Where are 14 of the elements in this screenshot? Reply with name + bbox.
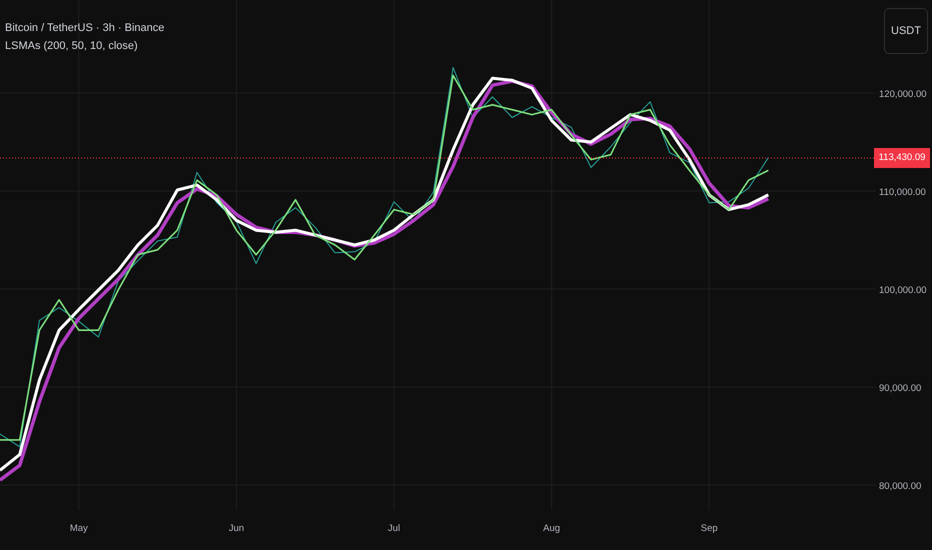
axis-label: Sep (700, 523, 718, 534)
currency-button[interactable]: USDT (884, 8, 928, 54)
indicator-label: LSMAs (200, 50, 10, close) (5, 40, 139, 52)
axis-label: 120,000.00 (879, 89, 927, 100)
axis-label: May (70, 523, 88, 534)
axis-label: 90,000.00 (879, 383, 922, 394)
axis-label: 110,000.00 (879, 187, 926, 198)
axis-label: 80,000.00 (879, 481, 922, 492)
axis-label: Jun (228, 523, 244, 534)
axis-label: Aug (543, 523, 560, 534)
axis-label: Jul (388, 523, 400, 534)
axis-label: 100,000.00 (879, 285, 927, 296)
price-tag: 113,430.09 (874, 148, 930, 168)
chart-title: Bitcoin / TetherUS · 3h · Binance (5, 22, 164, 34)
